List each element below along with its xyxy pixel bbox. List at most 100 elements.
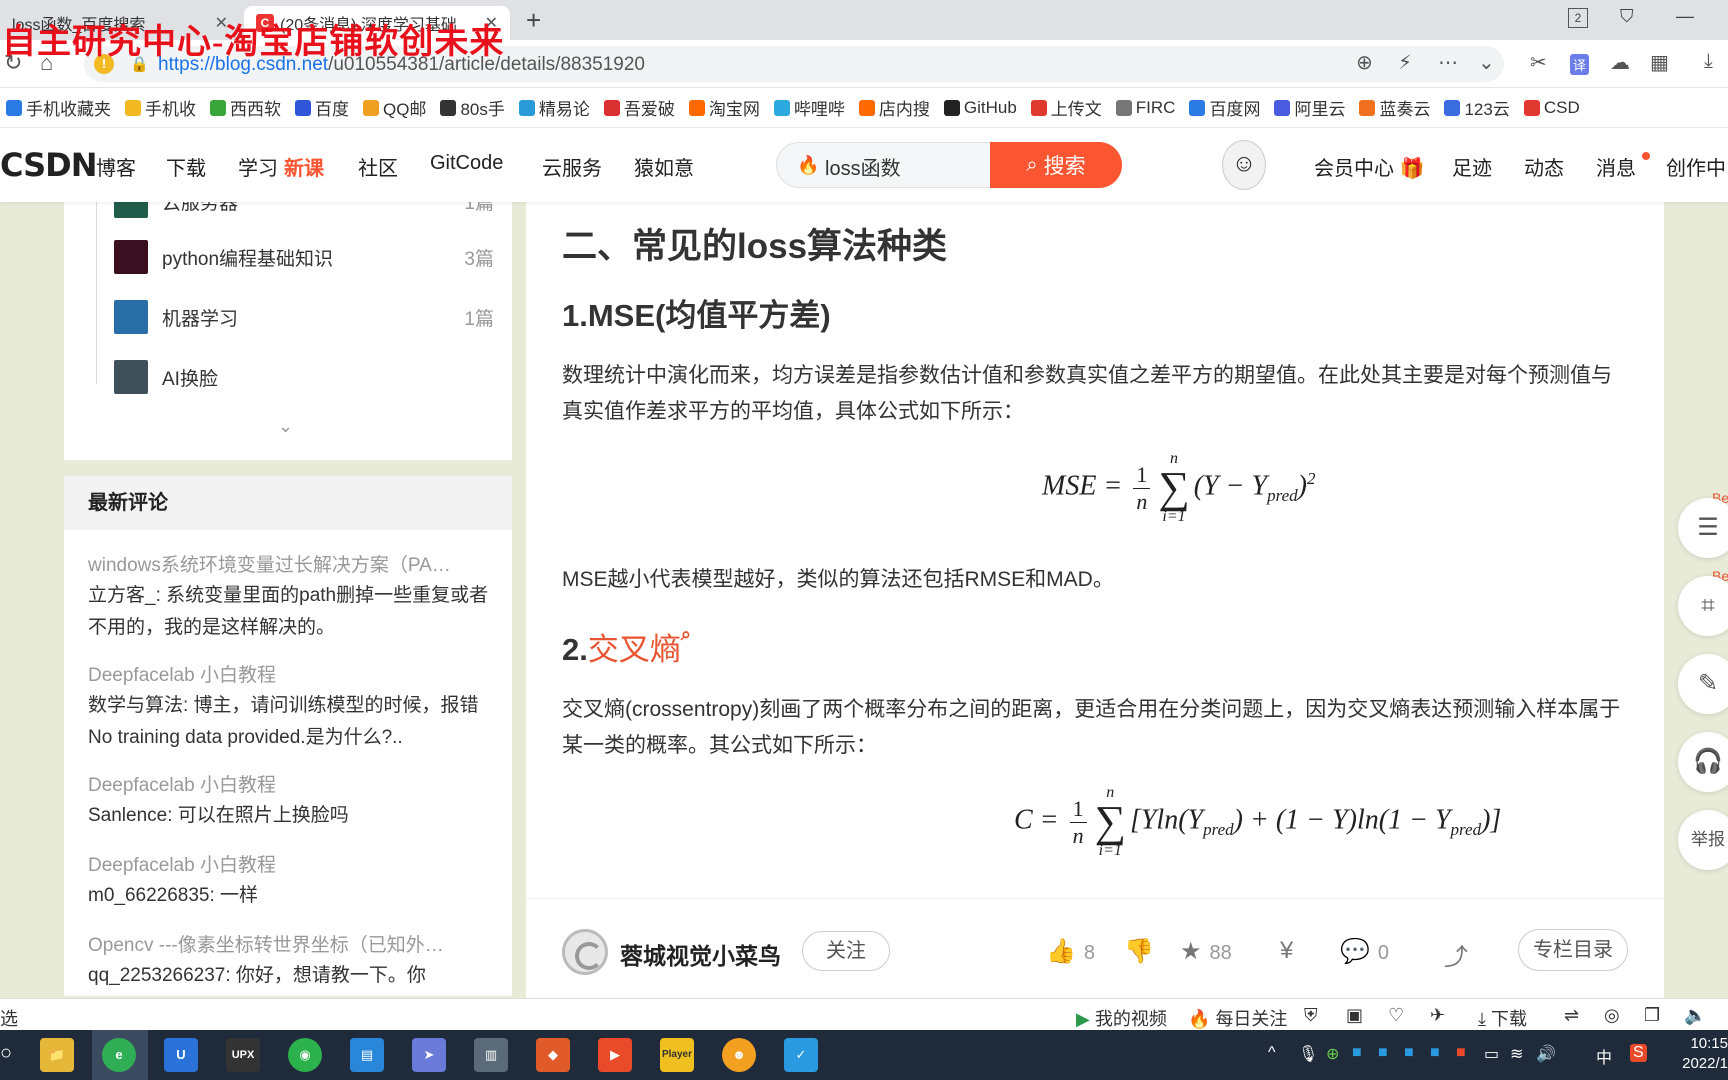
nav-blog[interactable]: 博客 [96,152,136,181]
bookmark-item[interactable]: 西西软 [210,95,281,120]
search-input[interactable] [825,153,1005,179]
side-code-button[interactable]: ⌗ [1678,576,1728,636]
bookmark-item[interactable]: 阿里云 [1274,95,1345,120]
search-icon[interactable]: ⌕ [681,624,691,644]
nav-messages[interactable]: 消息 [1596,152,1636,181]
bookmark-item[interactable]: QQ邮 [363,95,426,120]
chevron-down-icon[interactable]: ⌄ [1478,50,1495,75]
comment-article-link[interactable]: Deepfacelab 小白教程 [88,660,498,687]
dislike-button[interactable]: 👎 [1124,937,1162,966]
nav-community[interactable]: 社区 [358,152,398,181]
like-button[interactable]: 👍 8 [1046,937,1095,966]
security-app-icon[interactable]: U [164,1038,198,1072]
qq-app-icon[interactable]: ☻ [722,1038,756,1072]
battery-icon[interactable]: ▭ [1484,1044,1499,1064]
bookmark-item[interactable]: 手机收 [125,95,196,120]
bookmark-item[interactable]: 蓝奏云 [1359,95,1430,120]
tab-count-icon[interactable]: 2 [1568,8,1588,28]
clock[interactable]: 10:15 2022/1 [1672,1034,1728,1074]
nav-vip-center[interactable]: 会员中心 🎁 [1314,152,1424,181]
media-app-icon[interactable]: ▶ [598,1038,632,1072]
volume-icon[interactable]: 🔈 [1684,1005,1706,1026]
nav-create[interactable]: 创作中 [1666,152,1726,181]
zoom-icon[interactable]: ⊕ [1356,50,1373,75]
column-item[interactable]: AI换脸 [114,360,494,394]
ime-indicator[interactable]: 中 [1596,1044,1612,1068]
comment-article-link[interactable]: Deepfacelab 小白教程 [88,770,498,797]
sync-icon[interactable]: ⇌ [1564,1005,1579,1026]
nav-download[interactable]: 下载 [166,152,206,181]
bookmark-item[interactable]: 精易论 [518,95,590,120]
browser-icon[interactable]: e [102,1038,136,1072]
nav-footprint[interactable]: 足迹 [1452,152,1492,181]
download-icon[interactable]: ⤓ [1704,50,1713,73]
bookmark-item[interactable]: 手机收藏夹 [6,95,111,120]
comment-article-link[interactable]: windows系统环境变量过长解决方案（PA… [88,550,498,577]
favorite-button[interactable]: ★ 88 [1180,937,1232,966]
bookmark-item[interactable]: 哔哩哔 [773,95,845,120]
report-button[interactable]: 举报 [1678,810,1728,870]
author-avatar[interactable] [562,929,608,975]
minimize-icon[interactable]: — [1676,6,1694,27]
wifi-icon[interactable]: ≋ [1510,1044,1523,1064]
nav-activity[interactable]: 动态 [1524,152,1564,181]
bookmark-item[interactable]: 百度网 [1189,95,1260,120]
crossentropy-keyword-link[interactable]: 交叉熵 [588,632,681,667]
feather-app-icon[interactable]: ➤ [412,1038,446,1072]
bookmark-item[interactable]: CSD [1523,98,1580,118]
column-item[interactable]: 机器学习 1篇 [114,300,494,334]
side-edit-button[interactable]: ✎ [1678,654,1728,714]
bookmark-item[interactable]: 80s手 [440,95,505,120]
bookmark-item[interactable]: 百度 [295,95,349,120]
bookmark-item[interactable]: GitHub [943,98,1017,118]
wechat-icon[interactable]: ◉ [288,1038,322,1072]
bookmark-item[interactable]: FIRC [1115,98,1175,118]
mic-icon[interactable]: 🎙 [1298,1044,1318,1064]
column-item[interactable]: python编程基础知识 3篇 [114,240,494,274]
document-app-icon[interactable]: ▥ [474,1038,508,1072]
apps-grid-icon[interactable]: ▦ [1650,50,1669,75]
git-app-icon[interactable]: ◆ [536,1038,570,1072]
shirt-skin-icon[interactable]: ⛉ [1620,6,1634,27]
window-icon[interactable]: ❐ [1644,1005,1660,1026]
file-explorer-icon[interactable]: 📁 [40,1038,74,1072]
bookmark-item[interactable]: 吾爱破 [603,95,675,120]
upx-app-icon[interactable]: UPX [226,1038,260,1072]
shield-icon[interactable]: ⛨ [1304,1005,1318,1026]
translate-icon[interactable]: 译 [1570,54,1590,75]
daily-focus-button[interactable]: 🔥 每日关注 [1188,1005,1287,1031]
follow-button[interactable]: 关注 [802,931,890,971]
bookmark-item[interactable]: 店内搜 [858,95,930,120]
tray-plus-icon[interactable]: ⊕ [1326,1044,1339,1064]
sogou-ime-icon[interactable]: S [1630,1044,1647,1062]
clean-icon[interactable]: ◎ [1604,1005,1620,1026]
new-tab-icon[interactable]: + [526,6,541,34]
task-app-icon[interactable]: ✓ [784,1038,818,1072]
column-toc-button[interactable]: 专栏目录 [1518,929,1628,971]
avatar[interactable]: ☺ [1222,140,1266,190]
start-icon[interactable]: ○ [0,1042,12,1065]
search-button[interactable]: ⌕ 搜索 [990,142,1122,188]
tray-app-icon[interactable]: ■ [1430,1044,1440,1062]
more-icon[interactable]: ⋯ [1438,50,1458,75]
nav-cloud[interactable]: 云服务 [542,152,602,181]
author-name[interactable]: 蓉城视觉小菜鸟 [620,937,781,971]
notebook-icon[interactable]: ▤ [350,1038,384,1072]
reward-button[interactable]: ¥ [1280,937,1301,965]
heart-icon[interactable]: ♡ [1388,1005,1404,1026]
comment-article-link[interactable]: Deepfacelab 小白教程 [88,850,498,877]
player-app-icon[interactable]: Player [660,1038,694,1072]
bookmark-item[interactable]: 淘宝网 [688,95,760,120]
tray-app-icon[interactable]: ■ [1456,1044,1466,1062]
cloud-icon[interactable]: ☁ [1610,50,1630,75]
chevron-up-icon[interactable]: ^ [1268,1044,1276,1062]
tray-app-icon[interactable]: ■ [1378,1044,1388,1062]
image-icon[interactable]: ▣ [1346,1005,1363,1026]
bookmark-item[interactable]: 123云 [1444,95,1510,120]
speaker-icon[interactable]: 🔊 [1536,1044,1556,1064]
side-list-button[interactable]: ☰ [1678,498,1728,558]
share-button[interactable]: ⤴ [1444,937,1476,972]
csdn-logo[interactable]: CSDN [0,146,97,184]
nav-yuanruyi[interactable]: 猿如意 [634,152,694,181]
comment-button[interactable]: 💬 0 [1340,937,1389,966]
